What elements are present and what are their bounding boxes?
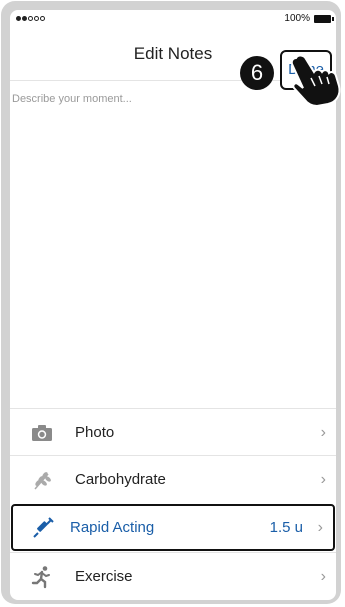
wheat-icon	[30, 468, 54, 492]
pointing-hand-icon	[290, 54, 341, 108]
signal-dot	[40, 16, 45, 21]
step-badge: 6	[240, 56, 274, 90]
battery-percent: 100%	[284, 13, 310, 24]
syringe-icon	[31, 516, 55, 540]
battery-icon	[314, 15, 334, 23]
signal-dot	[34, 16, 39, 21]
dose-value: 1.5 u	[269, 519, 303, 536]
signal-dot	[22, 16, 27, 21]
list-item-label: Exercise	[75, 568, 133, 585]
list-item-photo[interactable]: Photo ›	[10, 408, 336, 456]
chevron-right-icon: ›	[320, 424, 326, 441]
chevron-right-icon: ›	[317, 519, 323, 536]
list-item-exercise[interactable]: Exercise ›	[10, 552, 336, 600]
list-item-label: Rapid Acting	[70, 519, 155, 536]
list-item-label: Carbohydrate	[75, 471, 166, 488]
signal-dot	[16, 16, 21, 21]
camera-icon	[30, 421, 54, 445]
running-icon	[30, 565, 54, 589]
list-item-carbohydrate[interactable]: Carbohydrate ›	[10, 455, 336, 503]
note-placeholder[interactable]: Describe your moment...	[12, 93, 132, 105]
signal-dot	[28, 16, 33, 21]
chevron-right-icon: ›	[320, 471, 326, 488]
status-bar: 100%	[10, 10, 336, 30]
list-item-label: Photo	[75, 424, 115, 441]
signal-dots	[16, 16, 45, 21]
list-item-rapid-acting[interactable]: Rapid Acting 1.5 u ›	[11, 504, 335, 551]
chevron-right-icon: ›	[320, 568, 326, 585]
